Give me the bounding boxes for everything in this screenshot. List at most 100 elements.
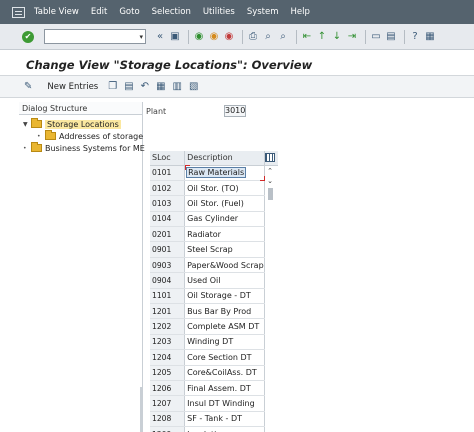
table-row[interactable]: 1205 Core&CoilAss. DT (150, 365, 278, 381)
description-cell[interactable]: Core Section DT (184, 349, 265, 366)
system-menu-icon[interactable] (12, 6, 25, 18)
menu-edit[interactable]: Edit (91, 7, 107, 17)
new-entries-button[interactable]: New Entries (47, 82, 98, 92)
description-cell[interactable]: Oil Storage - DT (184, 288, 265, 305)
sloc-cell[interactable]: 0102 (150, 180, 186, 197)
help-icon[interactable]: ? (409, 31, 421, 43)
description-cell[interactable]: Used Oil (184, 272, 265, 289)
select-block-icon[interactable]: ▥ (173, 81, 182, 92)
deselect-all-icon[interactable]: ▧ (189, 81, 198, 92)
table-row[interactable]: 0903 Paper&Wood Scrap (150, 257, 278, 274)
print-icon[interactable]: ⎙ (247, 31, 259, 43)
menu-goto[interactable]: Goto (119, 7, 139, 17)
table-row[interactable]: 1101 Oil Storage - DT (150, 288, 278, 305)
sloc-cell[interactable]: 1201 (150, 303, 186, 320)
table-row[interactable]: 1206 Final Assem. DT (150, 380, 278, 397)
table-row[interactable]: 0103 Oil Stor. (Fuel) (150, 195, 278, 212)
menu-utilities[interactable]: Utilities (203, 7, 235, 17)
scroll-up-icon[interactable]: ⌃ (264, 166, 276, 176)
undo-icon[interactable]: ↶ (141, 81, 149, 92)
chevron-down-icon[interactable]: ▾ (139, 33, 143, 41)
table-row[interactable]: 1203 Winding DT (150, 334, 278, 351)
find-next-icon[interactable]: ⌕ (277, 31, 289, 43)
table-row[interactable]: 0101 Raw Materials (150, 165, 278, 181)
new-session-icon[interactable]: ▭ (370, 31, 382, 43)
menu-selection[interactable]: Selection (152, 7, 191, 17)
sloc-cell[interactable]: 0201 (150, 226, 186, 243)
description-cell[interactable]: Core&CoilAss. DT (184, 365, 265, 381)
description-cell[interactable]: Winding DT (184, 334, 265, 351)
sloc-cell[interactable]: 1202 (150, 318, 186, 335)
shortcut-icon[interactable]: ▤ (385, 31, 397, 43)
tree-node-addresses[interactable]: • Addresses of storage (37, 130, 143, 142)
tree-node-storage-locations[interactable]: ▼ Storage Locations (23, 118, 121, 130)
sloc-cell[interactable]: 0904 (150, 272, 186, 289)
column-header-sloc[interactable]: SLoc (150, 151, 186, 166)
description-cell[interactable]: Oil Stor. (Fuel) (184, 195, 265, 212)
layout-icon[interactable]: ▦ (424, 31, 436, 43)
description-cell[interactable]: Steel Scrap (184, 241, 265, 258)
column-header-description[interactable]: Description (184, 151, 265, 166)
tree-node-business-systems[interactable]: • Business Systems for ME (23, 142, 145, 154)
description-cell[interactable]: Oil Stor. (TO) (184, 180, 265, 197)
description-cell[interactable]: Radiator (184, 226, 265, 243)
back-arrow-icon[interactable]: ◉ (193, 31, 205, 43)
table-row[interactable]: 1202 Complete ASM DT (150, 318, 278, 335)
exit-icon[interactable]: ◉ (208, 31, 220, 43)
sloc-cell[interactable]: 0901 (150, 241, 186, 258)
description-cell[interactable]: Insul DT Winding (184, 395, 265, 412)
delete-icon[interactable]: ▤ (124, 81, 133, 92)
table-row[interactable]: 1209Insulation (150, 426, 278, 432)
sloc-cell[interactable]: 0104 (150, 211, 186, 228)
description-cell[interactable]: Bus Bar By Prod (184, 303, 265, 320)
panel-splitter[interactable] (140, 387, 143, 432)
menu-table-view[interactable]: Table View (34, 7, 79, 17)
table-row[interactable]: 0102 Oil Stor. (TO) (150, 180, 278, 197)
last-page-icon[interactable]: ⇥ (346, 31, 358, 43)
table-row[interactable]: 1201 Bus Bar By Prod (150, 303, 278, 320)
description-cell[interactable]: Final Assem. DT (184, 380, 265, 397)
vertical-scrollbar[interactable]: ⌃ ⌄ (264, 166, 276, 206)
sloc-cell[interactable]: 1208 (150, 411, 186, 428)
sloc-cell[interactable]: 1101 (150, 288, 186, 305)
select-all-icon[interactable]: ▦ (156, 81, 165, 92)
sloc-cell[interactable]: 1209 (150, 426, 186, 432)
scroll-thumb[interactable] (267, 188, 273, 200)
description-cell[interactable]: Paper&Wood Scrap (184, 257, 265, 274)
table-row[interactable]: 0904 Used Oil (150, 272, 278, 289)
display-change-icon[interactable]: ✎ (24, 81, 32, 92)
description-cell[interactable]: SF - Tank - DT (184, 411, 265, 428)
sloc-cell[interactable]: 0103 (150, 195, 186, 212)
description-cell[interactable]: Raw Materials (184, 165, 265, 181)
menu-system[interactable]: System (247, 7, 279, 17)
scroll-down-icon[interactable]: ⌄ (264, 176, 276, 186)
sloc-cell[interactable]: 1205 (150, 365, 186, 381)
cancel-icon[interactable]: ◉ (223, 31, 235, 43)
find-icon[interactable]: ⌕ (262, 31, 274, 43)
next-page-icon[interactable]: ↓ (331, 31, 343, 43)
sloc-cell[interactable]: 1204 (150, 349, 186, 366)
expand-triangle-icon[interactable]: ▼ (23, 121, 31, 128)
sloc-cell[interactable]: 1203 (150, 334, 186, 351)
sloc-cell[interactable]: 1207 (150, 395, 186, 412)
table-row[interactable]: 0901 Steel Scrap (150, 241, 278, 258)
first-page-icon[interactable]: ⇤ (301, 31, 313, 43)
table-row[interactable]: 1207 Insul DT Winding (150, 395, 278, 412)
description-cell[interactable]: Gas Cylinder (184, 211, 265, 228)
table-settings-icon[interactable] (265, 153, 275, 162)
sloc-cell[interactable]: 1206 (150, 380, 186, 397)
sloc-cell[interactable]: 0101 (150, 165, 186, 181)
back-icon[interactable]: « (154, 31, 166, 43)
command-input[interactable] (45, 30, 145, 43)
menu-help[interactable]: Help (291, 7, 310, 17)
description-cell[interactable]: Complete ASM DT (184, 318, 265, 335)
table-row[interactable]: 1208 SF - Tank - DT (150, 411, 278, 428)
table-row[interactable]: 0201 Radiator (150, 226, 278, 243)
save-icon[interactable]: ▣ (169, 31, 181, 43)
copy-icon[interactable]: ❐ (108, 81, 117, 92)
table-row[interactable]: 0104 Gas Cylinder (150, 211, 278, 228)
description-cell[interactable]: Insulation (184, 426, 265, 432)
sloc-cell[interactable]: 0903 (150, 257, 186, 274)
prev-page-icon[interactable]: ↑ (316, 31, 328, 43)
table-row[interactable]: 1204 Core Section DT (150, 349, 278, 366)
